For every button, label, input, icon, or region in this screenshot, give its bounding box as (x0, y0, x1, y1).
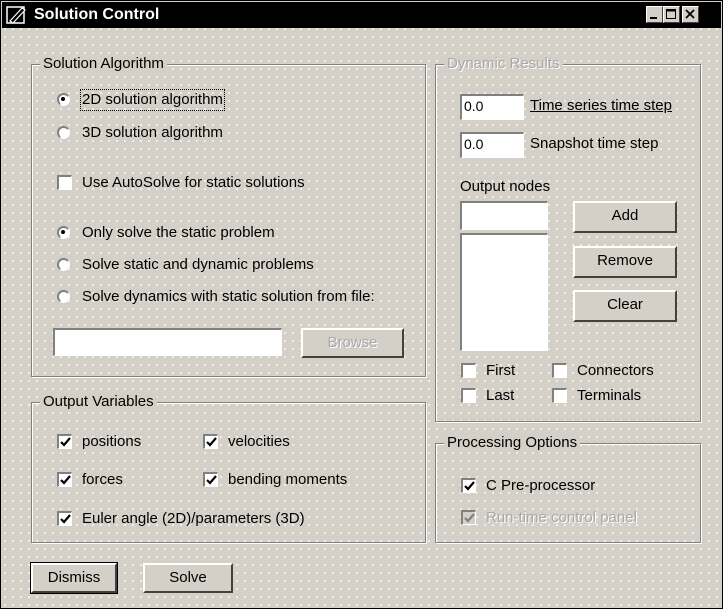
radio-indicator (57, 290, 70, 303)
remove-button[interactable]: Remove (573, 246, 677, 278)
radio-indicator (57, 126, 70, 139)
checkbox-indicator (461, 510, 476, 525)
checkbox-indicator (57, 175, 72, 190)
radio-indicator (57, 226, 70, 239)
processing-options-group: Processing Options C Pre-processor Run-t… (435, 434, 701, 543)
checkmark-icon (60, 514, 71, 524)
checkbox-indicator (57, 511, 72, 526)
radio-label: 2D solution algorithm (80, 89, 225, 111)
close-button[interactable] (682, 6, 699, 23)
static-solution-file-input[interactable] (53, 328, 282, 356)
checkmark-icon (206, 475, 217, 485)
maximize-icon (666, 9, 676, 19)
time-series-step-input[interactable]: 0.0 (460, 94, 524, 120)
solution-control-window: Solution Control Solution Algorithm 2D s… (0, 0, 723, 609)
minimize-button[interactable] (646, 6, 663, 23)
title-bar[interactable]: Solution Control (2, 2, 721, 28)
checkbox-label: C Pre-processor (486, 477, 596, 494)
checkmark-icon (464, 513, 475, 523)
time-series-step-text: Time series time step (530, 97, 672, 114)
checkbox-indicator (552, 363, 567, 378)
minimize-icon (650, 17, 657, 19)
checkbox-label: Euler angle (2D)/parameters (3D) (82, 510, 305, 527)
solution-algorithm-group: Solution Algorithm 2D solution algorithm… (31, 55, 426, 377)
pencil-icon (6, 5, 28, 29)
checkbox-label: forces (82, 471, 123, 488)
snapshot-step-input[interactable]: 0.0 (460, 132, 524, 158)
radio-label: Solve dynamics with static solution from… (82, 288, 375, 305)
radio-indicator (57, 93, 70, 106)
window-title: Solution Control (34, 6, 160, 23)
checkbox-indicator (461, 363, 476, 378)
checkmark-icon (206, 437, 217, 447)
output-nodes-label: Output nodes (460, 178, 551, 195)
browse-button[interactable]: Browse (301, 328, 404, 358)
checkmark-icon (464, 481, 475, 491)
checkbox-label: Connectors (577, 362, 654, 379)
checkbox-indicator (57, 434, 72, 449)
checkbox-label: Last (486, 387, 515, 404)
close-icon (685, 9, 695, 19)
solution-algorithm-legend: Solution Algorithm (40, 55, 167, 73)
checkmark-icon (60, 475, 71, 485)
dismiss-button[interactable]: Dismiss (30, 562, 118, 594)
checkbox-indicator (203, 472, 218, 487)
radio-label: Solve static and dynamic problems (82, 256, 314, 273)
add-button[interactable]: Add (573, 201, 677, 233)
checkbox-indicator (461, 388, 476, 403)
output-node-input[interactable] (460, 201, 548, 230)
dynamic-results-legend: Dynamic Results (444, 55, 563, 73)
radio-label: 3D solution algorithm (82, 124, 223, 141)
maximize-button[interactable] (663, 6, 680, 23)
time-series-step-label: Time series time step (530, 97, 672, 115)
checkbox-label: positions (82, 433, 142, 450)
output-variables-legend: Output Variables (40, 393, 157, 411)
output-variables-group: Output Variables positions velocities fo… (31, 393, 426, 543)
checkbox-indicator (552, 388, 567, 403)
checkbox-indicator (203, 434, 218, 449)
checkbox-indicator (57, 472, 72, 487)
radio-indicator (57, 258, 70, 271)
radio-label: Only solve the static problem (82, 224, 275, 241)
checkbox-indicator (461, 478, 476, 493)
dynamic-results-group: Dynamic Results 0.0 Time series time ste… (435, 55, 701, 422)
checkmark-icon (60, 437, 71, 447)
checkbox-label: Terminals (577, 387, 642, 404)
processing-options-legend: Processing Options (444, 434, 581, 452)
clear-button[interactable]: Clear (573, 290, 677, 322)
checkbox-label: Run-time control panel (486, 509, 637, 526)
snapshot-step-label: Snapshot time step (530, 135, 659, 152)
checkbox-label: bending moments (228, 471, 348, 488)
checkbox-label: First (486, 362, 516, 379)
checkbox-label: velocities (228, 433, 290, 450)
checkbox-label: Use AutoSolve for static solutions (82, 174, 305, 191)
output-nodes-list[interactable] (460, 233, 548, 351)
solve-button[interactable]: Solve (143, 563, 233, 593)
